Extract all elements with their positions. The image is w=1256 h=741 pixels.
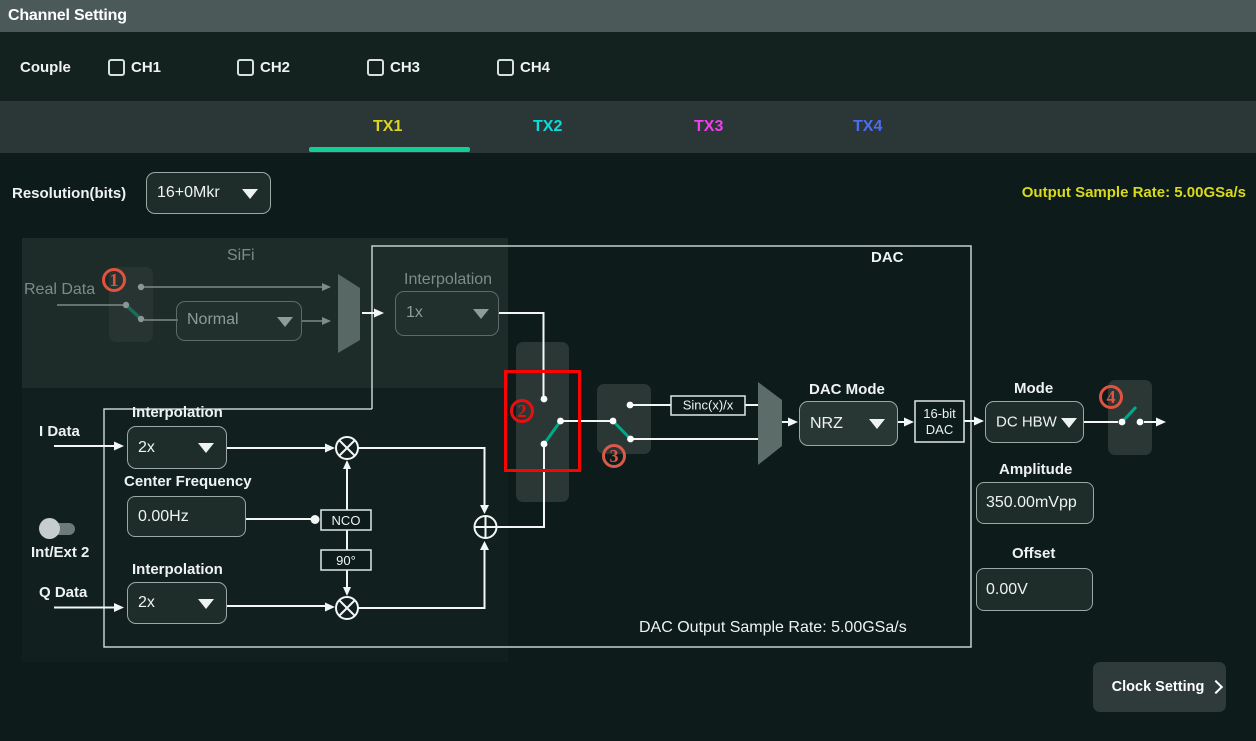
svg-text:DAC: DAC [926,422,953,437]
svg-text:NCO: NCO [332,513,361,528]
svg-text:16-bit: 16-bit [923,406,956,421]
svg-text:90°: 90° [336,553,356,568]
svg-text:Sinc(x)/x: Sinc(x)/x [683,398,734,413]
